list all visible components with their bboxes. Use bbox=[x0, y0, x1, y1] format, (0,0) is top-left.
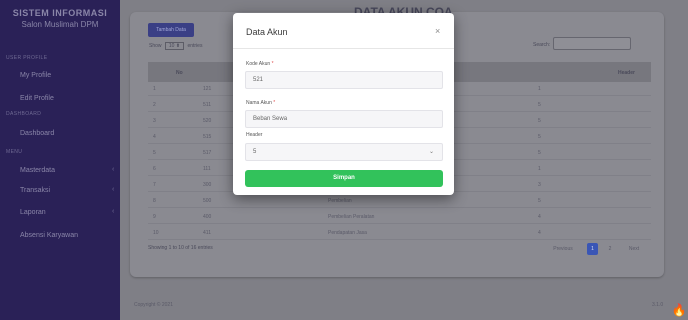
cell-no: 10 bbox=[153, 230, 159, 236]
sidebar-item-dashboard[interactable]: Dashboard bbox=[20, 130, 54, 137]
nama-akun-input[interactable]: Beban Sewa bbox=[245, 110, 443, 128]
entries-length-control: Show 10 ⬍ entries bbox=[149, 42, 202, 50]
kode-akun-input[interactable]: 521 bbox=[245, 71, 443, 89]
required-mark: * bbox=[273, 100, 276, 106]
chevron-down-icon: ⌄ bbox=[428, 149, 434, 155]
search-input[interactable] bbox=[553, 37, 631, 50]
cell-header: 4 bbox=[538, 214, 541, 220]
cell-kode: 520 bbox=[203, 118, 212, 124]
brand: SISTEM INFORMASI Salon Muslimah DPM bbox=[0, 0, 120, 29]
table-row: 10 411 Pendapatan Jasa 4 bbox=[148, 227, 651, 240]
entries-label: entries bbox=[187, 43, 203, 49]
cell-header: 5 bbox=[538, 102, 541, 108]
cell-header: 5 bbox=[538, 198, 541, 204]
header-label: Header bbox=[246, 132, 263, 138]
nama-akun-label: Nama Akun * bbox=[246, 100, 275, 106]
brand-title: SISTEM INFORMASI bbox=[12, 8, 108, 18]
pagination-next[interactable]: Next bbox=[625, 243, 643, 255]
cell-kode: 111 bbox=[203, 166, 211, 172]
column-header-header[interactable]: Header bbox=[618, 70, 635, 76]
search-label: Search: bbox=[533, 42, 551, 48]
cell-header: 1 bbox=[538, 166, 541, 172]
nama-akun-label-text: Nama Akun bbox=[246, 100, 272, 106]
entries-select-value: 10 bbox=[168, 43, 175, 49]
cell-kode: 121 bbox=[203, 86, 212, 92]
table-row: 8 500 Pembelian 5 bbox=[148, 195, 651, 208]
close-icon[interactable]: × bbox=[435, 26, 440, 36]
sidebar-item-transaksi[interactable]: Transaksi ‹ bbox=[20, 186, 114, 194]
cell-no: 1 bbox=[153, 86, 156, 92]
table-row: 9 400 Pembelian Peralatan 4 bbox=[148, 211, 651, 224]
cell-header: 5 bbox=[538, 134, 541, 140]
modal-divider bbox=[233, 48, 454, 49]
sidebar-item-masterdata[interactable]: Masterdata ‹ bbox=[20, 166, 114, 174]
modal-title: Data Akun bbox=[246, 27, 288, 37]
entries-select[interactable]: 10 ⬍ bbox=[164, 42, 185, 50]
cell-header: 3 bbox=[538, 182, 541, 188]
sidebar-item-label: Transaksi bbox=[20, 187, 51, 194]
cell-kode: 511 bbox=[203, 102, 211, 108]
data-akun-modal: Data Akun × Kode Akun * 521 Nama Akun * … bbox=[233, 13, 454, 195]
sidebar: SISTEM INFORMASI Salon Muslimah DPM USER… bbox=[0, 0, 120, 320]
cell-no: 7 bbox=[153, 182, 156, 188]
header-select[interactable]: 5 ⌄ bbox=[245, 143, 443, 161]
save-button[interactable]: Simpan bbox=[245, 170, 443, 187]
sidebar-section-user-profile: USER PROFILE bbox=[6, 55, 48, 61]
chevron-left-icon: ‹ bbox=[112, 166, 115, 173]
cell-nama: Pembelian Peralatan bbox=[328, 214, 375, 220]
kode-akun-label-text: Kode Akun bbox=[246, 61, 271, 67]
cell-no: 4 bbox=[153, 134, 156, 140]
cell-no: 9 bbox=[153, 214, 156, 220]
pagination-page-2[interactable]: 2 bbox=[606, 243, 614, 255]
cell-no: 6 bbox=[153, 166, 156, 172]
table-info: Showing 1 to 10 of 16 entries bbox=[148, 245, 213, 251]
cell-kode: 411 bbox=[203, 230, 211, 236]
sidebar-item-edit-profile[interactable]: Edit Profile bbox=[20, 95, 54, 102]
cell-nama: Pembelian bbox=[328, 198, 352, 204]
cell-no: 5 bbox=[153, 150, 156, 156]
sidebar-section-menu: MENU bbox=[6, 149, 23, 155]
cell-kode: 300 bbox=[203, 182, 212, 188]
cell-no: 2 bbox=[153, 102, 156, 108]
show-label: Show bbox=[149, 43, 162, 49]
cell-no: 3 bbox=[153, 118, 156, 124]
cell-header: 1 bbox=[538, 86, 541, 92]
footer-copyright: Copyright © 2021 bbox=[134, 302, 173, 308]
brand-subtitle: Salon Muslimah DPM bbox=[21, 20, 99, 29]
cell-kode: 515 bbox=[203, 134, 212, 140]
cell-kode: 517 bbox=[203, 150, 212, 156]
cell-header: 5 bbox=[538, 118, 541, 124]
cell-nama: Pendapatan Jasa bbox=[328, 230, 367, 236]
add-data-button[interactable]: Tambah Data bbox=[148, 23, 194, 37]
sidebar-item-absensi-karyawan[interactable]: Absensi Karyawan bbox=[20, 232, 78, 239]
sidebar-item-my-profile[interactable]: My Profile bbox=[20, 72, 51, 79]
footer-version: 3.1.0 bbox=[652, 302, 664, 308]
sidebar-item-laporan[interactable]: Laporan ‹ bbox=[20, 208, 114, 216]
sidebar-item-label: Masterdata bbox=[20, 167, 56, 174]
cell-header: 5 bbox=[538, 150, 541, 156]
sidebar-item-label: Laporan bbox=[20, 209, 46, 216]
header-select-value: 5 bbox=[253, 149, 257, 155]
table-search: Search: bbox=[533, 37, 631, 50]
chevron-left-icon: ‹ bbox=[112, 208, 115, 215]
pagination-page-1[interactable]: 1 bbox=[587, 243, 598, 255]
fire-icon: 🔥 bbox=[671, 303, 687, 317]
required-mark: * bbox=[271, 61, 274, 67]
cell-kode: 500 bbox=[203, 198, 212, 204]
pagination-previous[interactable]: Previous bbox=[552, 243, 574, 255]
cell-kode: 400 bbox=[203, 214, 212, 220]
chevron-left-icon: ‹ bbox=[112, 186, 115, 193]
column-header-no[interactable]: No bbox=[176, 70, 183, 76]
sidebar-section-dashboard: DASHBOARD bbox=[6, 111, 42, 117]
kode-akun-label: Kode Akun * bbox=[246, 61, 274, 67]
cell-header: 4 bbox=[538, 230, 541, 236]
cell-no: 8 bbox=[153, 198, 156, 204]
